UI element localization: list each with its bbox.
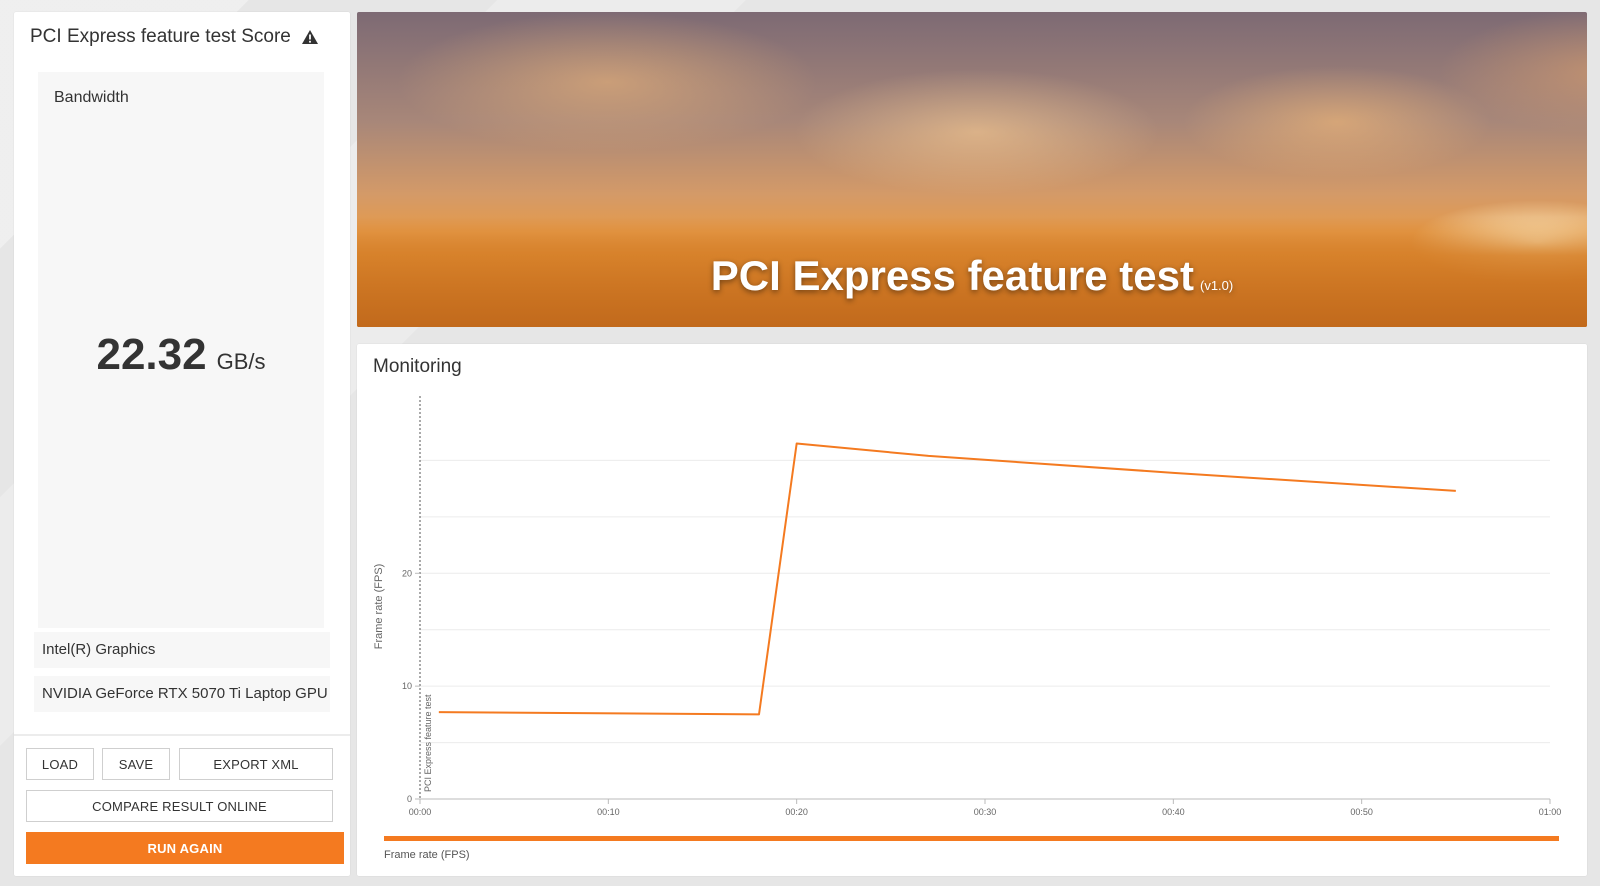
score-title-text: PCI Express feature test Score	[30, 26, 291, 47]
score-box: Bandwidth 22.32 GB/s	[38, 72, 324, 628]
gpu-item-intel: Intel(R) Graphics	[34, 632, 330, 668]
run-again-button[interactable]: RUN AGAIN	[26, 832, 344, 864]
metric-label: Bandwidth	[54, 89, 129, 106]
legend-color-bar[interactable]	[384, 836, 1559, 841]
save-button[interactable]: SAVE	[102, 748, 170, 780]
marker-label: PCI Express feature test	[423, 694, 433, 792]
series-line	[438, 442, 1456, 716]
compare-result-online-button[interactable]: COMPARE RESULT ONLINE	[26, 790, 333, 822]
panel-divider	[14, 734, 350, 736]
score-panel: PCI Express feature test Score Bandwidth…	[14, 12, 350, 876]
x-tick-label: 01:00	[1539, 807, 1562, 817]
y-tick-label: 20	[402, 568, 412, 578]
banner-title-text: PCI Express feature test	[710, 252, 1194, 299]
x-tick-label: 00:20	[785, 807, 808, 817]
score-unit: GB/s	[216, 349, 266, 374]
monitoring-panel: Monitoring 0 10 20 00:00 00:10 00:20 00:30 00:4…	[357, 344, 1587, 876]
x-tick-label: 00:40	[1162, 807, 1185, 817]
banner-version: (v1.0)	[1199, 278, 1234, 293]
score-title: PCI Express feature test Score	[30, 26, 319, 48]
y-tick-label: 0	[407, 794, 412, 804]
x-tick-label: 00:30	[974, 807, 997, 817]
warning-icon[interactable]	[301, 29, 319, 45]
y-tick-label: 10	[402, 681, 412, 691]
score-value: 22.32	[96, 330, 207, 379]
monitoring-chart: 0 10 20 00:00 00:10 00:20 00:30 00:40 00:50 01:00…	[373, 396, 1562, 817]
x-tick-label: 00:50	[1350, 807, 1373, 817]
x-tick-label: 00:00	[409, 807, 432, 817]
gpu-item-nvidia: NVIDIA GeForce RTX 5070 Ti Laptop GPU	[34, 676, 330, 712]
export-xml-button[interactable]: EXPORT XML	[179, 748, 333, 780]
test-banner: PCI Express feature test (v1.0)	[357, 12, 1587, 327]
y-axis-label: Frame rate (FPS)	[373, 564, 385, 650]
load-button[interactable]: LOAD	[26, 748, 94, 780]
x-tick-label: 00:10	[597, 807, 620, 817]
legend-label: Frame rate (FPS)	[384, 849, 470, 861]
banner-title: PCI Express feature test (v1.0)	[357, 252, 1587, 300]
score-readout: 22.32 GB/s	[38, 330, 324, 380]
